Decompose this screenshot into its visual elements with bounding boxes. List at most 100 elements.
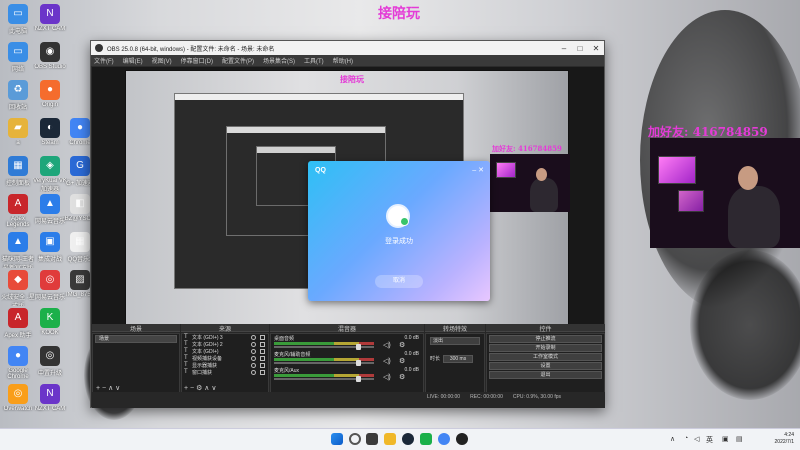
- qq-login-window[interactable]: QQ – ✕ 登录成功 取消: [308, 161, 490, 301]
- source-item[interactable]: 文本 (GDI+): [182, 348, 268, 355]
- desktop-icon-chrome[interactable]: ● Google Chrome: [1, 346, 35, 386]
- speaker-icon[interactable]: ◁): [383, 373, 391, 381]
- control-button-3[interactable]: 设置: [489, 362, 602, 370]
- desktop-icon-nzxt-cam-2[interactable]: N NZXT CAM: [33, 384, 67, 424]
- menu-item-7[interactable]: 帮助(H): [333, 56, 353, 65]
- desktop-icon-nzxt-cam[interactable]: N NZXT CAM: [33, 4, 67, 44]
- desktop-icon-netease-cloud[interactable]: ◎ 网易云音乐: [33, 270, 67, 310]
- control-button-1[interactable]: 开始录制: [489, 344, 602, 352]
- desktop-icon-recycle-bin[interactable]: ♻ 回收站: [1, 80, 35, 120]
- controls-panel[interactable]: 停止推流 开始录制 工作室模式 设置 退出: [486, 333, 605, 393]
- desktop-icon-battle-app[interactable]: ▣ 集成对战: [33, 232, 67, 272]
- source-item[interactable]: 显示器捕获: [182, 362, 268, 369]
- desktop-icon-origin[interactable]: ● Origin: [33, 80, 67, 120]
- menu-item-5[interactable]: 场景集合(S): [263, 56, 295, 65]
- mixer-channel[interactable]: 麦克风/辅助音频 0.0 dB ◁) ⚙: [271, 350, 423, 366]
- scene-item[interactable]: 场景: [95, 335, 177, 343]
- minimize-icon[interactable]: –: [556, 44, 572, 53]
- desktop-icon-folder-a[interactable]: ▰ a: [1, 118, 35, 158]
- desktop-icon-upgrade[interactable]: ◎ 中置升级: [33, 346, 67, 386]
- qq-window-controls[interactable]: – ✕: [472, 166, 484, 174]
- control-button-0[interactable]: 停止推流: [489, 335, 602, 343]
- steam-icon[interactable]: [402, 433, 414, 445]
- chevron-up-icon[interactable]: ∧: [670, 435, 675, 443]
- menu-item-6[interactable]: 工具(T): [304, 56, 324, 65]
- desktop-icon-kook[interactable]: K KOOK: [33, 308, 67, 348]
- eye-icon[interactable]: [251, 356, 256, 361]
- menu-item-4[interactable]: 配置文件(P): [222, 56, 254, 65]
- eye-icon[interactable]: [251, 370, 256, 375]
- obs-titlebar[interactable]: OBS 25.0.8 (64-bit, windows) - 配置文件: 未命名…: [91, 41, 604, 55]
- lock-icon[interactable]: [260, 363, 265, 368]
- kook-icon[interactable]: [420, 433, 432, 445]
- start-icon[interactable]: [331, 433, 343, 445]
- duration-input[interactable]: 300 ms: [443, 355, 474, 363]
- task-view-icon[interactable]: [366, 433, 378, 445]
- desktop-icon-netease-music[interactable]: ▲ 网易云音乐: [33, 194, 67, 234]
- language-indicator[interactable]: 英: [706, 435, 713, 445]
- volume-slider[interactable]: [274, 376, 374, 382]
- source-item[interactable]: 文本 (GDI+) 3: [182, 334, 268, 341]
- menu-item-1[interactable]: 编辑(E): [123, 56, 143, 65]
- obs-window[interactable]: OBS 25.0.8 (64-bit, windows) - 配置文件: 未命名…: [90, 40, 605, 408]
- desktop-icon-steam[interactable]: ◐ Steam: [33, 118, 67, 158]
- maximize-icon[interactable]: □: [572, 44, 588, 53]
- source-item[interactable]: 文本 (GDI+) 2: [182, 341, 268, 348]
- lock-icon[interactable]: [260, 356, 265, 361]
- transition-select[interactable]: 淡出: [430, 337, 480, 345]
- clock[interactable]: 4:24 2022/7/1: [775, 432, 794, 446]
- control-button-4[interactable]: 退出: [489, 371, 602, 379]
- menu-item-3[interactable]: 停靠窗口(D): [181, 56, 213, 65]
- chrome-icon[interactable]: [438, 433, 450, 445]
- desktop-icon-huorong[interactable]: ◆ 火绒安全 ·星戒版: [1, 270, 35, 310]
- slider-knob[interactable]: [356, 376, 361, 382]
- eye-icon[interactable]: [251, 349, 256, 354]
- obs-taskbar-icon[interactable]: [456, 433, 468, 445]
- menu-item-2[interactable]: 视图(V): [152, 56, 172, 65]
- desktop-icon-cat-app[interactable]: ▲ 猫咪网-王者最新官方版: [1, 232, 35, 272]
- gear-icon[interactable]: ⚙: [399, 357, 405, 365]
- gear-icon[interactable]: ⚙: [399, 373, 405, 381]
- speaker-icon[interactable]: ◁): [383, 357, 391, 365]
- scene-toolbar[interactable]: + − ∧ ∨: [96, 384, 120, 392]
- desktop-icon-obs-studio[interactable]: ◉ OBS Studio: [33, 42, 67, 82]
- lock-icon[interactable]: [260, 342, 265, 347]
- transitions-panel[interactable]: 淡出 时长 300 ms: [425, 333, 485, 393]
- eye-icon[interactable]: [251, 342, 256, 347]
- explorer-icon[interactable]: [384, 433, 396, 445]
- desktop-icon-control-panel[interactable]: ▦ 控制面板: [1, 156, 35, 196]
- speaker-icon[interactable]: ◁: [694, 435, 699, 443]
- battle-app-icon: ▣: [40, 232, 60, 252]
- tray-app-icon-2[interactable]: ▤: [736, 435, 743, 443]
- desktop-icon-overwatch[interactable]: ◎ Overwatch: [1, 384, 35, 424]
- gear-icon[interactable]: ⚙: [399, 341, 405, 349]
- desktop-icon-this-pc[interactable]: ▭ 此电脑: [1, 4, 35, 44]
- eye-icon[interactable]: [251, 363, 256, 368]
- volume-slider[interactable]: [274, 344, 374, 350]
- desktop-icon-apex-helper[interactable]: A Apex 助手: [1, 308, 35, 348]
- source-item[interactable]: 窗口捕获: [182, 369, 268, 376]
- source-toolbar[interactable]: + − ⚙ ∧ ∨: [184, 384, 216, 392]
- speaker-icon[interactable]: ◁): [383, 341, 391, 349]
- audio-mixer[interactable]: 桌面音频 0.0 dB ◁) ⚙ 麦克风/辅助音频 0.0 dB ◁) ⚙ 麦克风/Aux 0.0…: [270, 333, 424, 393]
- search-icon[interactable]: [349, 433, 361, 445]
- lock-icon[interactable]: [260, 335, 265, 340]
- lock-icon[interactable]: [260, 370, 265, 375]
- mixer-channel[interactable]: 桌面音频 0.0 dB ◁) ⚙: [271, 334, 423, 350]
- eye-icon[interactable]: [251, 335, 256, 340]
- obs-preview[interactable]: 接陪玩 加好友: 416784859 QQ – ✕ 登录成功 取消: [92, 67, 604, 359]
- obs-logo-icon: [95, 44, 103, 52]
- volume-slider[interactable]: [274, 360, 374, 366]
- desktop-icon-network[interactable]: ▭ 网络: [1, 42, 35, 82]
- tray-app-icon[interactable]: ▣: [722, 435, 729, 443]
- qq-cancel-button[interactable]: 取消: [375, 275, 423, 288]
- desktop-icon-verykuai[interactable]: ◈ VeryKuai VK 加速器: [33, 156, 67, 196]
- control-button-2[interactable]: 工作室模式: [489, 353, 602, 361]
- network-icon[interactable]: ◔: [684, 435, 688, 442]
- lock-icon[interactable]: [260, 349, 265, 354]
- source-item[interactable]: 视频捕获设备: [182, 355, 268, 362]
- close-icon[interactable]: ✕: [588, 44, 604, 53]
- desktop-icon-apex-legends[interactable]: A Apex Legends: [1, 194, 35, 234]
- menu-item-0[interactable]: 文件(F): [94, 56, 114, 65]
- mixer-channel[interactable]: 麦克风/Aux 0.0 dB ◁) ⚙: [271, 366, 423, 382]
